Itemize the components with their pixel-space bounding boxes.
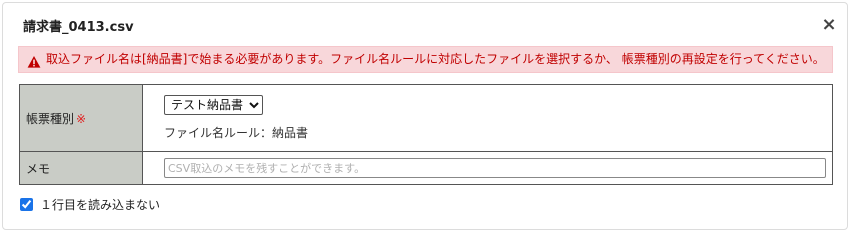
dialog-title: 請求書_0413.csv: [23, 20, 134, 35]
memo-label-cell: メモ: [19, 151, 143, 185]
type-label-cell: 帳票種別 ※: [19, 84, 143, 152]
import-form-table: 帳票種別 ※ テスト納品書 ファイル名ルール：納品書 メモ: [19, 84, 833, 185]
skip-first-row-option[interactable]: １行目を読み込まない: [20, 196, 160, 213]
type-label: 帳票種別: [26, 111, 75, 126]
alert-message: 取込ファイル名は[納品書]で始まる必要があります。ファイル名ルールに対応したファ…: [46, 52, 825, 66]
form-row-memo: メモ: [19, 151, 833, 185]
memo-value-cell: [142, 151, 833, 185]
memo-input[interactable]: [164, 158, 826, 178]
filename-rule-text: ファイル名ルール：納品書: [164, 126, 309, 140]
document-type-select[interactable]: テスト納品書: [164, 95, 263, 115]
type-value-cell: テスト納品書 ファイル名ルール：納品書: [142, 84, 833, 152]
skip-first-row-checkbox[interactable]: [20, 198, 33, 211]
skip-first-row-label: １行目を読み込まない: [40, 198, 161, 212]
memo-label: メモ: [26, 161, 51, 176]
close-button[interactable]: ×: [821, 14, 837, 36]
error-alert: 取込ファイル名は[納品書]で始まる必要があります。ファイル名ルールに対応したファ…: [18, 46, 833, 73]
form-row-type: 帳票種別 ※ テスト納品書 ファイル名ルール：納品書: [19, 84, 833, 152]
warning-triangle-icon: [27, 53, 41, 68]
required-mark: ※: [76, 111, 87, 126]
